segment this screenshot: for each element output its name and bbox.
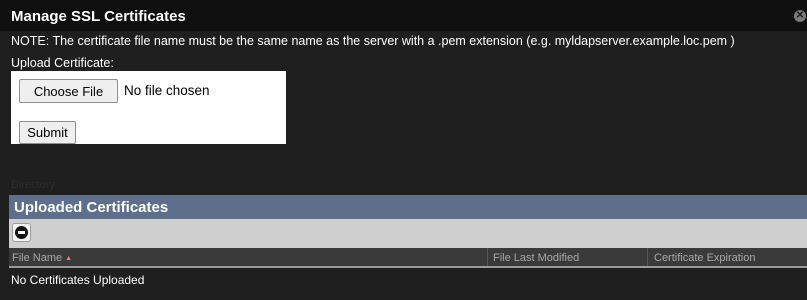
- column-header-file-name[interactable]: File Name ▲: [12, 252, 72, 264]
- choose-file-button[interactable]: Choose File: [19, 79, 118, 103]
- dialog-titlebar: Manage SSL Certificates ✕: [0, 0, 807, 31]
- uploaded-certificates-header: Uploaded Certificates: [9, 195, 807, 219]
- filename-note: NOTE: The certificate file name must be …: [11, 34, 735, 48]
- certificates-toolbar: [9, 219, 807, 248]
- section-title: Uploaded Certificates: [14, 199, 169, 216]
- dialog-title: Manage SSL Certificates: [11, 8, 186, 25]
- upload-certificate-label: Upload Certificate:: [11, 56, 114, 70]
- file-chosen-status: No file chosen: [124, 83, 210, 98]
- column-header-file-last-modified[interactable]: File Last Modified: [493, 252, 579, 264]
- close-icon[interactable]: ✕: [794, 10, 806, 22]
- upload-form: Choose File No file chosen Submit: [11, 71, 286, 144]
- column-header-certificate-expiration[interactable]: Certificate Expiration: [654, 252, 756, 264]
- background-directory-text: Directory: [11, 179, 56, 191]
- empty-table-message: No Certificates Uploaded: [11, 273, 145, 287]
- submit-button[interactable]: Submit: [19, 121, 76, 144]
- sort-ascending-icon: ▲: [65, 255, 73, 262]
- remove-icon[interactable]: [12, 223, 31, 242]
- certificates-table-header: File Name ▲ File Last Modified Certificat…: [9, 248, 807, 268]
